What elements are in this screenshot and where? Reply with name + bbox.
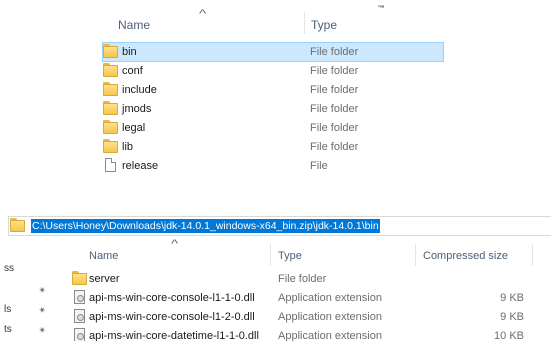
folder-icon [10, 218, 25, 232]
file-row-legal[interactable]: legal File folder [103, 119, 443, 137]
folder-icon [103, 139, 118, 153]
file-size: 10 KB [494, 330, 524, 341]
file-row-conf[interactable]: conf File folder [103, 62, 443, 80]
file-row-include[interactable]: include File folder [103, 81, 443, 99]
file-type: File folder [310, 46, 359, 58]
file-type: File folder [310, 65, 359, 77]
file-name: server [89, 273, 120, 285]
file-type: File folder [310, 84, 359, 96]
file-row-dll[interactable]: api-ms-win-core-console-l1-1-0.dll Appli… [70, 289, 530, 307]
dll-icon [74, 328, 85, 341]
pin-icon[interactable]: ✶ [36, 304, 48, 317]
file-name: include [122, 84, 157, 96]
file-row-server[interactable]: server File folder [70, 270, 530, 288]
folder-icon [72, 271, 87, 285]
file-type: File folder [278, 273, 327, 285]
file-type: File folder [310, 141, 359, 153]
column-header-name[interactable]: Name [118, 18, 150, 32]
file-row-jmods[interactable]: jmods File folder [103, 100, 443, 118]
file-name: conf [122, 65, 143, 77]
file-row-dll[interactable]: api-ms-win-core-console-l1-2-0.dll Appli… [70, 308, 530, 326]
file-row-bin[interactable]: bin File folder [102, 42, 444, 62]
nav-item-label[interactable]: ls [4, 304, 11, 315]
file-name: legal [122, 122, 146, 134]
column-divider[interactable] [270, 244, 271, 266]
dll-icon [74, 290, 85, 304]
column-divider[interactable] [532, 244, 533, 266]
column-header-type[interactable]: Type [311, 18, 337, 32]
file-size: 9 KB [500, 292, 524, 304]
file-name: lib [122, 141, 134, 153]
file-type: Application extension [278, 330, 382, 341]
nav-item-label[interactable]: ss [4, 263, 14, 274]
file-icon [105, 158, 116, 172]
column-header-type[interactable]: Type [278, 250, 302, 262]
file-type: Application extension [278, 292, 382, 304]
pin-icon[interactable]: ✶ [36, 324, 48, 337]
folder-icon [103, 101, 118, 115]
file-row-dll[interactable]: api-ms-win-core-datetime-l1-1-0.dll Appl… [70, 327, 530, 341]
folder-icon [103, 82, 118, 96]
folder-icon [103, 63, 118, 77]
sort-ascending-icon: ^ [170, 238, 179, 250]
column-header-name[interactable]: Name [89, 250, 118, 262]
file-name: api-ms-win-core-console-l1-1-0.dll [89, 292, 255, 304]
sort-ascending-icon: ^ [198, 8, 207, 20]
folder-icon [103, 44, 118, 58]
file-name: release [122, 160, 159, 172]
file-name: api-ms-win-core-console-l1-2-0.dll [89, 311, 255, 323]
address-path[interactable]: C:\Users\Honey\Downloads\jdk-14.0.1_wind… [31, 219, 380, 233]
folder-icon [103, 120, 118, 134]
file-type: File [310, 160, 328, 172]
file-type: File folder [310, 103, 359, 115]
file-size: 9 KB [500, 311, 524, 323]
file-type: Application extension [278, 311, 382, 323]
column-divider[interactable] [304, 12, 305, 34]
pin-icon[interactable]: ✶ [36, 284, 48, 297]
file-row-release[interactable]: release File [103, 157, 443, 175]
column-divider[interactable] [415, 244, 416, 266]
dll-icon [74, 309, 85, 323]
file-type: File folder [310, 122, 359, 134]
column-header-compressed-size[interactable]: Compressed size [423, 250, 508, 262]
stray-mark: ˜‴ [378, 4, 385, 14]
file-name: jmods [122, 103, 152, 115]
file-name: bin [122, 46, 137, 58]
nav-item-label[interactable]: ts [4, 324, 12, 335]
file-name: api-ms-win-core-datetime-l1-1-0.dll [89, 330, 259, 341]
file-row-lib[interactable]: lib File folder [103, 138, 443, 156]
